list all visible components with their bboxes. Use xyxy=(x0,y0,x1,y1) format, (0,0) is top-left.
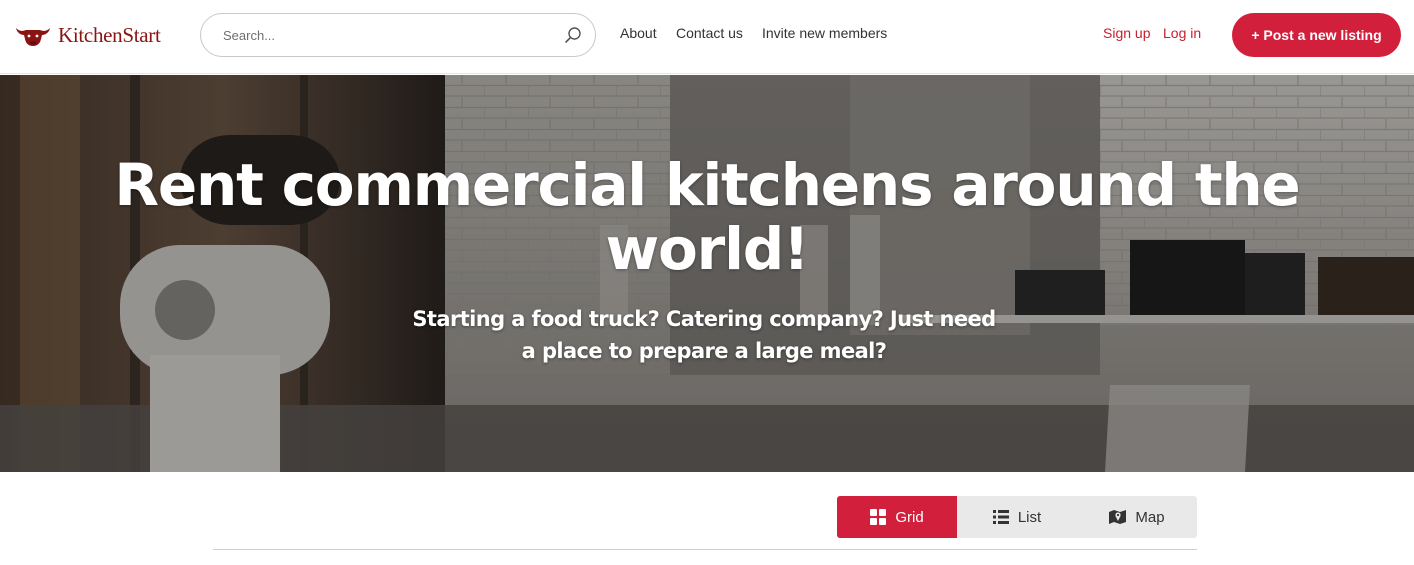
hero-subtitle: Starting a food truck? Catering company?… xyxy=(412,307,996,363)
logo-text: KitchenStart xyxy=(58,22,161,47)
nav-invite-new-members[interactable]: Invite new members xyxy=(762,25,887,41)
grid-icon xyxy=(870,509,887,525)
signup-link[interactable]: Sign up xyxy=(1103,25,1150,41)
section-divider xyxy=(213,549,1197,550)
search-box xyxy=(200,13,596,57)
grid-view-label: Grid xyxy=(895,508,924,526)
search-icon[interactable] xyxy=(564,26,582,44)
map-view-label: Map xyxy=(1135,508,1165,526)
login-link[interactable]: Log in xyxy=(1163,25,1201,41)
nav-contact-us[interactable]: Contact us xyxy=(676,25,743,41)
post-new-listing-button[interactable]: + Post a new listing xyxy=(1232,13,1401,57)
hero-banner: Rent commercial kitchens around the worl… xyxy=(0,75,1414,472)
view-toggle: Grid List Map xyxy=(837,496,1197,538)
nav-about[interactable]: About xyxy=(620,25,657,41)
bull-logo-icon xyxy=(16,28,50,46)
map-view-button[interactable]: Map xyxy=(1077,496,1197,538)
search-input[interactable] xyxy=(223,14,543,56)
top-bar: KitchenStart About Contact us Invite new… xyxy=(0,0,1414,74)
map-icon xyxy=(1109,510,1127,524)
list-view-label: List xyxy=(1017,508,1042,526)
grid-view-button[interactable]: Grid xyxy=(837,496,957,538)
hero-title: Rent commercial kitchens around the worl… xyxy=(114,151,1300,283)
list-view-button[interactable]: List xyxy=(957,496,1077,538)
list-icon xyxy=(992,510,1009,524)
logo[interactable]: KitchenStart xyxy=(14,20,161,50)
